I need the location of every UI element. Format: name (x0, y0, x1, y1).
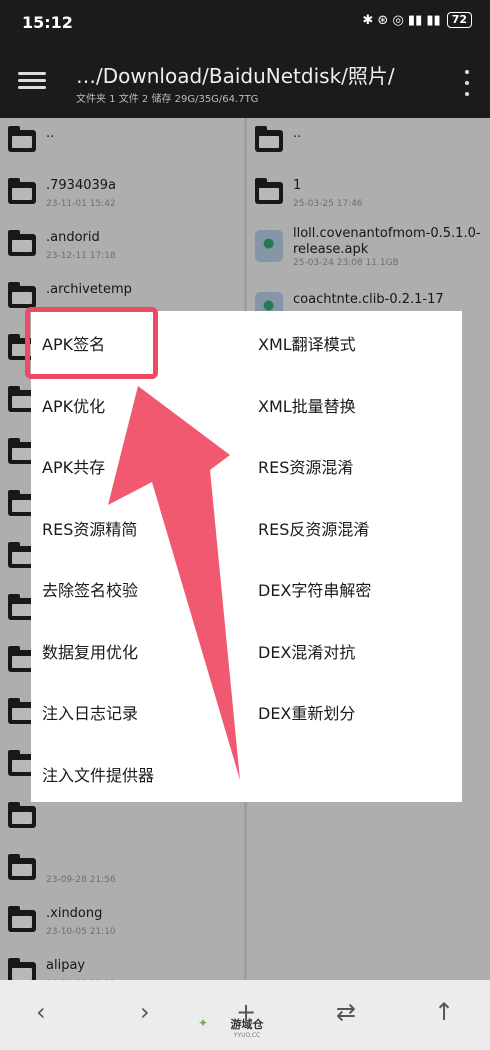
watermark-logo: ✦ 游域仓 YYUO.CC (198, 1016, 282, 1048)
logo-star-icon: ✦ (198, 1016, 209, 1030)
highlight-box (25, 307, 158, 379)
watermark-url: YYUO.CC (233, 1032, 261, 1039)
watermark-name: 游域仓 (230, 1018, 264, 1031)
pointer-arrow-icon (108, 386, 240, 780)
